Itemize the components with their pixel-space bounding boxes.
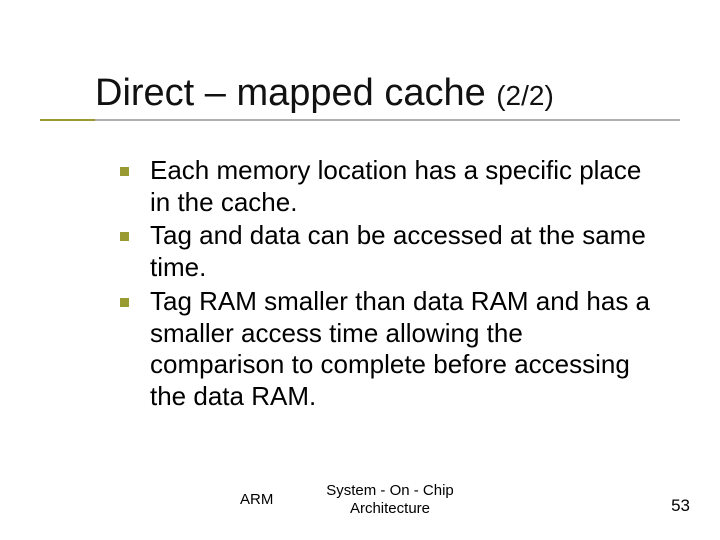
bullet-text: Tag and data can be accessed at the same…	[150, 220, 646, 282]
bullet-text: Tag RAM smaller than data RAM and has a …	[150, 286, 650, 411]
slide-title-wrap: Direct – mapped cache (2/2)	[95, 72, 680, 121]
title-accent-line	[40, 119, 95, 121]
slide: Direct – mapped cache (2/2) Each memory …	[0, 0, 720, 540]
square-bullet-icon	[120, 298, 129, 307]
bullet-text: Each memory location has a specific plac…	[150, 155, 641, 217]
square-bullet-icon	[120, 167, 129, 176]
slide-title-main: Direct – mapped cache	[95, 72, 486, 114]
list-item: Tag and data can be accessed at the same…	[120, 220, 660, 283]
page-number: 53	[671, 496, 690, 516]
footer-center-label: System - On - Chip Architecture	[300, 482, 480, 518]
slide-title-sub: (2/2)	[496, 80, 554, 111]
bullet-list: Each memory location has a specific plac…	[120, 155, 660, 415]
footer-left-label: ARM	[240, 491, 273, 508]
list-item: Each memory location has a specific plac…	[120, 155, 660, 218]
square-bullet-icon	[120, 232, 129, 241]
list-item: Tag RAM smaller than data RAM and has a …	[120, 286, 660, 413]
